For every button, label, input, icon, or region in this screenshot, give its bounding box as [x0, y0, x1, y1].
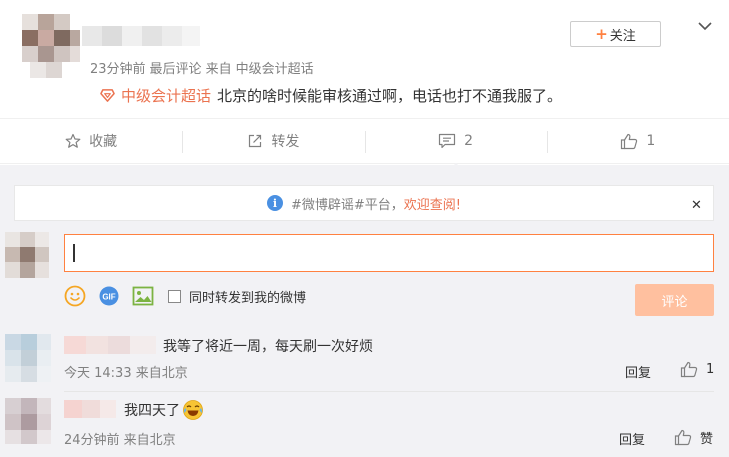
thumbs-up-icon [680, 361, 698, 378]
composer-toolbar: GIF 同时转发到我的微博 [64, 284, 306, 308]
post-author-avatar[interactable] [22, 14, 80, 80]
favorite-button[interactable]: 收藏 [0, 119, 182, 163]
post-source[interactable]: 中级会计超话 [236, 62, 314, 77]
svg-text:GIF: GIF [102, 293, 115, 302]
post-text: 北京的啥时候能审核通过啊，电话也打不通我服了。 [217, 87, 563, 105]
commenter-avatar[interactable] [5, 398, 51, 444]
like-button[interactable]: 1 [546, 119, 729, 163]
image-button[interactable] [132, 286, 154, 306]
comment-like-button[interactable]: 1 [680, 361, 714, 378]
gif-button[interactable]: GIF [98, 285, 120, 307]
comment-button[interactable]: 2 [364, 119, 547, 170]
reply-button[interactable]: 回复 [625, 362, 651, 381]
text-cursor [73, 244, 75, 262]
submit-comment-button[interactable]: 评论 [635, 284, 714, 316]
thumbs-up-icon [621, 133, 638, 149]
like-count: 1 [646, 133, 656, 149]
post-from: 来自 [205, 62, 232, 77]
thumbs-up-icon [674, 429, 692, 446]
follow-label: 关注 [609, 28, 636, 44]
current-user-avatar [5, 232, 49, 278]
post-time[interactable]: 23分钟前 [90, 62, 146, 77]
comment-like-count: 赞 [700, 432, 714, 447]
emoji-button[interactable] [64, 285, 86, 307]
favorite-label: 收藏 [89, 134, 118, 150]
repost-checkbox-label: 同时转发到我的微博 [189, 290, 307, 306]
post-last-comment: 最后评论 [149, 62, 202, 77]
notice-link[interactable]: 欢迎查阅! [404, 194, 461, 213]
star-icon [65, 133, 81, 148]
image-icon [132, 286, 154, 306]
laugh-cry-emoji-icon [183, 400, 203, 420]
comment-divider [64, 391, 714, 392]
comment-like-count: 1 [706, 362, 715, 377]
repost-button[interactable]: 转发 [182, 119, 364, 163]
comment-input[interactable] [64, 234, 714, 272]
comment-meta: 今天 14:33 来自北京 [64, 366, 188, 381]
post: 23分钟前 最后评论 来自 中级会计超话 中级会计超话 北京的啥时候能审核通过啊，电话… [0, 0, 729, 118]
comment-meta: 24分钟前 来自北京 [64, 433, 176, 448]
super-topic-diamond-icon [100, 89, 115, 102]
post-author-name[interactable] [82, 22, 202, 50]
repost-checkbox[interactable] [168, 289, 181, 303]
gif-icon: GIF [99, 286, 119, 306]
comment-count: 2 [464, 133, 474, 149]
repost-label: 转发 [271, 134, 300, 150]
info-icon: i [266, 195, 283, 211]
super-topic-link[interactable]: 中级会计超话 [121, 85, 211, 106]
share-icon [249, 134, 262, 148]
comment-like-button[interactable]: 赞 [674, 428, 713, 447]
chevron-down-icon[interactable] [697, 20, 713, 32]
smile-icon [64, 285, 86, 307]
comment-icon [439, 133, 456, 149]
action-bar: 收藏 转发 2 1 [0, 118, 729, 170]
notice-text: #微博辟谣#平台， [290, 197, 404, 213]
commenter-avatar[interactable] [5, 334, 51, 382]
reply-button[interactable]: 回复 [619, 429, 645, 448]
post-content: 中级会计超话 北京的啥时候能审核通过啊，电话也打不通我服了。 [100, 85, 562, 106]
post-meta: 23分钟前 最后评论 来自 中级会计超话 [90, 58, 318, 77]
rumor-notice-bar: i #微博辟谣#平台， 欢迎查阅! [14, 185, 714, 221]
follow-button[interactable]: + 关注 [570, 21, 661, 47]
plus-icon: + [595, 25, 608, 43]
close-icon[interactable]: ✕ [691, 198, 702, 213]
comment-text-content: 我四天了 [124, 403, 180, 419]
commenter-name[interactable] [64, 336, 156, 354]
commenter-name[interactable] [64, 400, 116, 418]
comment-text: 我四天了 [124, 399, 204, 421]
comment-text: 我等了将近一周，每天刷一次好烦 [163, 339, 373, 355]
